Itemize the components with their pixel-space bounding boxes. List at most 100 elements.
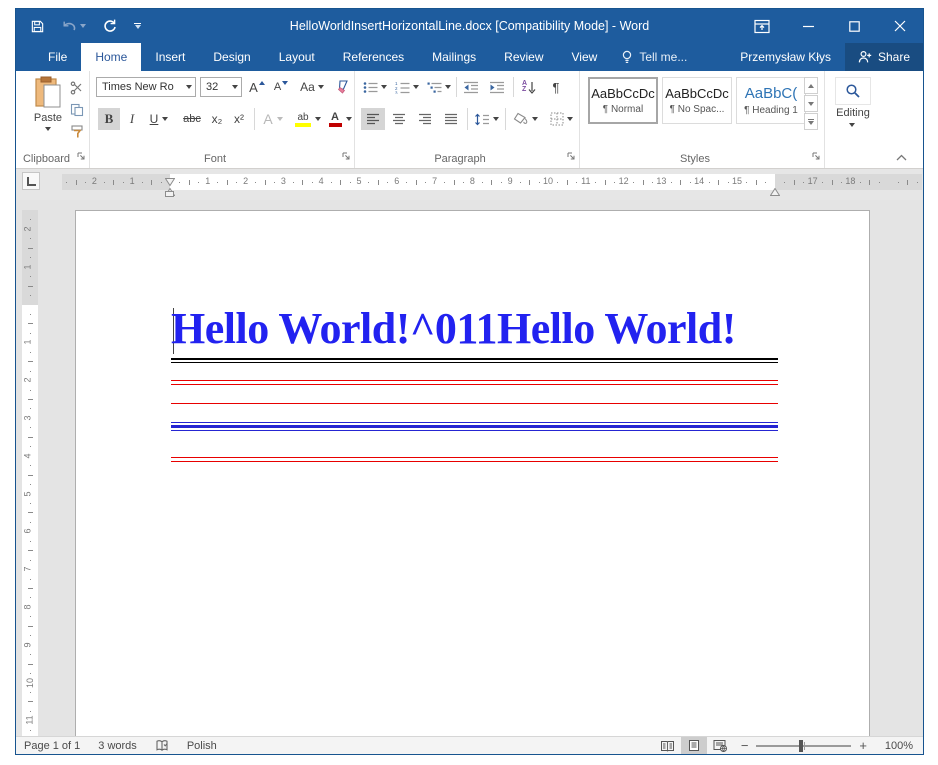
maximize-icon[interactable] bbox=[831, 9, 877, 43]
numbering-button[interactable]: 123 bbox=[393, 76, 421, 98]
cut-icon[interactable] bbox=[68, 77, 86, 99]
tab-references[interactable]: References bbox=[329, 43, 418, 71]
ruler-number: 10 bbox=[543, 176, 553, 186]
styles-scroll-down-icon[interactable] bbox=[804, 95, 818, 112]
horizontal-ruler[interactable]: 211234567891011121314151718 bbox=[62, 174, 922, 190]
line-spacing-button[interactable] bbox=[471, 108, 501, 130]
ribbon-display-options-icon[interactable] bbox=[739, 9, 785, 43]
ribbon-tabs: File HomeInsertDesignLayoutReferencesMai… bbox=[16, 43, 923, 71]
find-icon[interactable] bbox=[835, 77, 871, 105]
tell-me-box[interactable]: Tell me... bbox=[611, 43, 697, 71]
tab-design[interactable]: Design bbox=[199, 43, 264, 71]
vertical-ruler[interactable]: 211234567891011 bbox=[22, 210, 38, 736]
customize-qat-icon[interactable] bbox=[134, 23, 141, 30]
subscript-button[interactable]: x₂ bbox=[206, 108, 228, 130]
tab-mailings[interactable]: Mailings bbox=[418, 43, 490, 71]
font-dialog-launcher-icon[interactable] bbox=[342, 152, 351, 164]
editing-label[interactable]: Editing bbox=[825, 107, 881, 119]
show-formatting-button[interactable]: ¶ bbox=[545, 76, 567, 98]
tab-insert[interactable]: Insert bbox=[141, 43, 199, 71]
right-indent-marker[interactable] bbox=[770, 183, 780, 201]
styles-more-icon[interactable] bbox=[804, 113, 818, 130]
italic-button[interactable]: I bbox=[122, 108, 142, 130]
justify-button[interactable] bbox=[439, 108, 463, 130]
style-card-1[interactable]: AaBbCcDc¶ Normal bbox=[588, 77, 658, 124]
account-name[interactable]: Przemysław Kłys bbox=[726, 43, 845, 71]
style-card-3[interactable]: AaBbC(¶ Heading 1 bbox=[736, 77, 806, 124]
close-icon[interactable] bbox=[877, 9, 923, 43]
align-left-button[interactable] bbox=[361, 108, 385, 130]
underline-button[interactable]: U bbox=[144, 108, 174, 130]
undo-icon[interactable] bbox=[61, 19, 86, 33]
share-button[interactable]: Share bbox=[845, 43, 923, 71]
document-page[interactable]: Hello World!^011Hello World! bbox=[75, 210, 870, 736]
zoom-slider-handle[interactable] bbox=[799, 740, 803, 752]
strikethrough-button[interactable]: abc bbox=[178, 108, 206, 130]
format-painter-icon[interactable] bbox=[68, 121, 86, 143]
increase-indent-icon[interactable] bbox=[485, 76, 509, 98]
word-count[interactable]: 3 words bbox=[89, 737, 146, 754]
paste-button[interactable]: Paste bbox=[24, 76, 72, 150]
shrink-font-button[interactable]: A bbox=[270, 76, 292, 98]
zoom-percentage[interactable]: 100% bbox=[875, 740, 923, 752]
zoom-out-icon[interactable]: − bbox=[741, 738, 749, 753]
language-indicator[interactable]: Polish bbox=[178, 737, 226, 754]
borders-button[interactable] bbox=[545, 108, 577, 130]
page-indicator[interactable]: Page 1 of 1 bbox=[16, 737, 89, 754]
bullets-button[interactable] bbox=[361, 76, 389, 98]
font-name-combo[interactable]: Times New Ro bbox=[96, 77, 196, 97]
zoom-slider[interactable] bbox=[756, 745, 851, 747]
shading-button[interactable] bbox=[509, 108, 541, 130]
align-right-button[interactable] bbox=[413, 108, 437, 130]
read-mode-icon[interactable] bbox=[655, 737, 681, 754]
tab-file[interactable]: File bbox=[34, 43, 81, 71]
styles-scroll-up-icon[interactable] bbox=[804, 77, 818, 94]
superscript-button[interactable]: x² bbox=[228, 108, 250, 130]
print-layout-icon[interactable] bbox=[681, 737, 707, 754]
web-layout-icon[interactable] bbox=[707, 737, 733, 754]
font-color-button[interactable]: A bbox=[326, 108, 354, 130]
vruler-tick bbox=[30, 427, 31, 428]
left-indent-marker[interactable] bbox=[165, 191, 174, 197]
ruler-tick bbox=[728, 182, 729, 183]
ruler-tick bbox=[576, 182, 577, 183]
text-effects-button[interactable]: A bbox=[258, 108, 288, 130]
ruler-number: 12 bbox=[619, 176, 629, 186]
ruler-tick bbox=[501, 182, 502, 183]
sort-button[interactable]: AZ bbox=[516, 76, 542, 98]
ruler-tick bbox=[832, 180, 833, 185]
grow-font-button[interactable]: A bbox=[246, 76, 268, 98]
align-center-button[interactable] bbox=[387, 108, 411, 130]
text-highlight-button[interactable]: ab bbox=[292, 108, 324, 130]
proofing-icon[interactable] bbox=[146, 737, 178, 754]
styles-dialog-launcher-icon[interactable] bbox=[812, 152, 821, 164]
paragraph-dialog-launcher-icon[interactable] bbox=[567, 152, 576, 164]
ruler-tick bbox=[255, 182, 256, 183]
document-text[interactable]: Hello World!^011Hello World! bbox=[171, 303, 736, 354]
zoom-in-icon[interactable]: + bbox=[859, 738, 867, 753]
tab-review[interactable]: Review bbox=[490, 43, 557, 71]
vruler-tick bbox=[30, 635, 31, 636]
redo-icon[interactable] bbox=[102, 18, 118, 34]
tab-home[interactable]: Home bbox=[81, 43, 141, 71]
minimize-icon[interactable] bbox=[785, 9, 831, 43]
vruler-tick bbox=[28, 361, 33, 362]
tab-stop-selector[interactable] bbox=[22, 172, 40, 190]
vruler-number: 11 bbox=[25, 716, 35, 725]
multilevel-list-button[interactable] bbox=[425, 76, 453, 98]
collapse-ribbon-icon[interactable] bbox=[896, 152, 907, 164]
ruler-number: 17 bbox=[808, 176, 818, 186]
style-card-2[interactable]: AaBbCcDc¶ No Spac... bbox=[662, 77, 732, 124]
clear-formatting-icon[interactable] bbox=[333, 76, 353, 98]
bold-button[interactable]: B bbox=[98, 108, 120, 130]
save-icon[interactable] bbox=[30, 19, 45, 34]
clipboard-dialog-launcher-icon[interactable] bbox=[77, 152, 86, 164]
change-case-button[interactable]: Aa bbox=[296, 76, 328, 98]
tab-view[interactable]: View bbox=[558, 43, 612, 71]
copy-icon[interactable] bbox=[68, 99, 86, 121]
share-label: Share bbox=[878, 50, 910, 64]
ruler-tick bbox=[85, 182, 86, 183]
font-size-combo[interactable]: 32 bbox=[200, 77, 242, 97]
tab-layout[interactable]: Layout bbox=[265, 43, 329, 71]
decrease-indent-icon[interactable] bbox=[459, 76, 483, 98]
